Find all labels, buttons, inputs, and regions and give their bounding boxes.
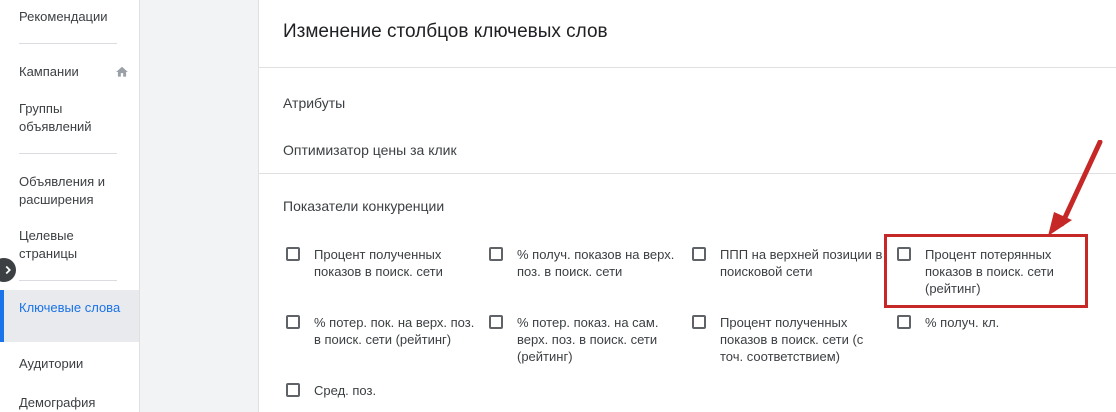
sidebar-item-label: Кампании — [19, 64, 79, 79]
sidebar-item-label: Группы объявлений — [19, 101, 92, 134]
checkbox-label: % получ. показов на верх. поз. в поиск. … — [517, 247, 675, 279]
checkbox-label: Процент полученных показов в поиск. сети… — [720, 315, 864, 364]
checkbox-label: Процент полученных показов в поиск. сети — [314, 247, 443, 279]
panel-title: Изменение столбцов ключевых слов — [283, 21, 608, 42]
checkbox-label: % получ. кл. — [925, 315, 1000, 330]
checkbox-label: % потер. пок. на верх. поз. в поиск. сет… — [314, 315, 475, 347]
sidebar-item-label: Рекомендации — [19, 9, 108, 24]
section-competitive-metrics[interactable]: Показатели конкуренции — [283, 197, 444, 215]
sidebar-divider — [19, 280, 117, 281]
checkbox-label: Сред. поз. — [314, 383, 377, 398]
annotation-arrow-icon — [1048, 140, 1103, 236]
checkbox[interactable] — [489, 315, 503, 329]
sidebar-divider — [19, 43, 117, 44]
panel-divider — [259, 173, 1116, 174]
checkbox-label: ППП на верхней позиции в поисковой сети — [720, 247, 883, 279]
sidebar-item-audiences[interactable]: Аудитории — [0, 355, 139, 373]
sidebar-item-label: Демография — [19, 395, 96, 410]
chevron-right-icon — [5, 265, 11, 275]
sidebar-divider — [19, 153, 117, 154]
sidebar-item-ad-groups[interactable]: Группы объявлений — [0, 100, 139, 136]
checkbox[interactable] — [897, 315, 911, 329]
content-gutter — [140, 0, 258, 412]
section-attributes[interactable]: Атрибуты — [283, 94, 345, 112]
annotation-highlight-box — [884, 234, 1088, 308]
sidebar-item-ads-extensions[interactable]: Объявления и расширения — [0, 173, 139, 209]
sidebar-item-label: Ключевые слова — [19, 300, 121, 315]
sidebar-item-landing-pages[interactable]: Целевые страницы — [0, 227, 139, 263]
edit-columns-panel: Изменение столбцов ключевых слов Атрибут… — [258, 0, 1116, 412]
checkbox[interactable] — [692, 247, 706, 261]
sidebar-item-recommendations[interactable]: Рекомендации — [0, 8, 139, 26]
checkbox[interactable] — [286, 315, 300, 329]
sidebar-item-label: Объявления и расширения — [19, 174, 106, 207]
checkbox[interactable] — [489, 247, 503, 261]
sidebar-nav: Рекомендации Кампании Группы объявлений … — [0, 0, 140, 412]
section-cpc-optimizer[interactable]: Оптимизатор цены за клик — [283, 141, 457, 159]
sidebar-item-label: Аудитории — [19, 356, 84, 371]
sidebar-item-demographics[interactable]: Демография — [0, 394, 139, 412]
home-icon[interactable] — [115, 65, 129, 79]
sidebar-item-keywords[interactable]: Ключевые слова — [0, 290, 139, 342]
sidebar-item-campaigns[interactable]: Кампании — [0, 63, 139, 81]
checkbox[interactable] — [286, 383, 300, 397]
panel-divider — [259, 67, 1116, 68]
checkbox-label: % потер. показ. на сам. верх. поз. в пои… — [517, 315, 659, 364]
checkbox[interactable] — [692, 315, 706, 329]
sidebar-item-label: Целевые страницы — [19, 228, 78, 261]
checkbox[interactable] — [286, 247, 300, 261]
